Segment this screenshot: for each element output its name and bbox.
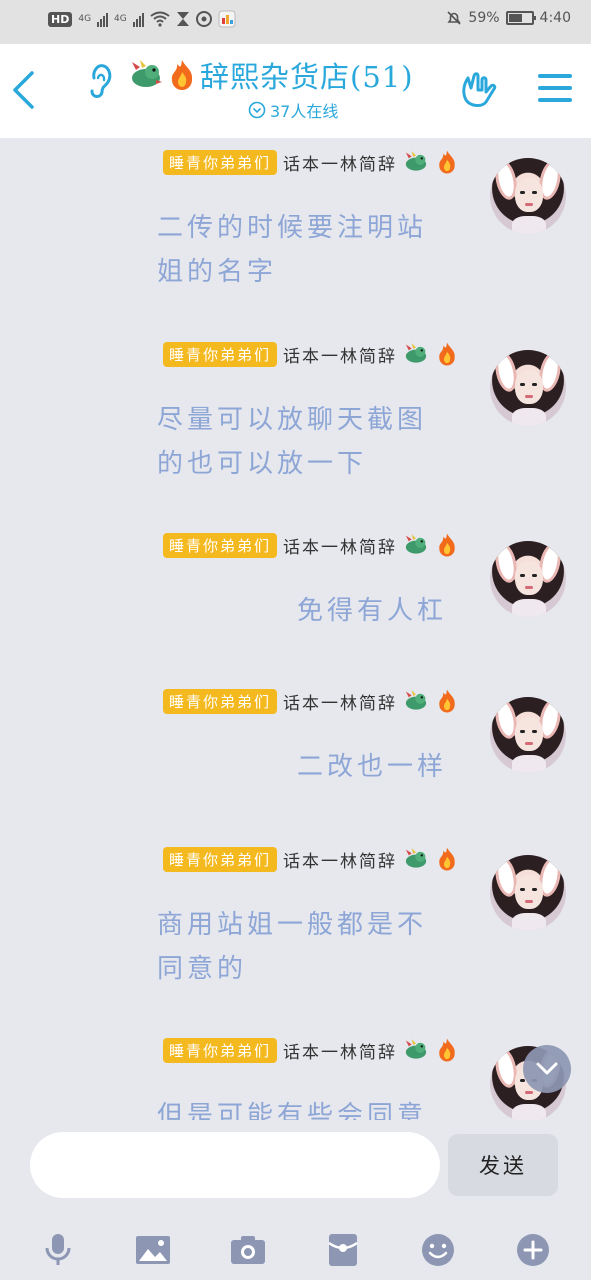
- fire-emoji-icon: [435, 688, 461, 714]
- sender-row: 睡青你弟弟们 话本一林简辞: [162, 340, 461, 368]
- hourglass-icon: [176, 12, 189, 26]
- dragon-emoji-icon: [403, 341, 429, 367]
- bottom-toolbar: [0, 1220, 591, 1280]
- message-text[interactable]: 尽量可以放聊天截图的也可以放一下: [157, 398, 447, 486]
- emoji-icon[interactable]: [418, 1230, 458, 1270]
- sender-row: 睡青你弟弟们 话本一林简辞: [162, 845, 461, 873]
- dragon-emoji-icon: [403, 846, 429, 872]
- member-badge: 睡青你弟弟们: [162, 341, 277, 367]
- sender-row: 睡青你弟弟们 话本一林简辞: [162, 148, 461, 176]
- camera-icon[interactable]: [228, 1230, 268, 1270]
- message-text[interactable]: 免得有人杠: [157, 589, 447, 633]
- sender-row: 睡青你弟弟们 话本一林简辞: [162, 531, 461, 559]
- member-badge: 睡青你弟弟们: [162, 846, 277, 872]
- hd-indicator: HD: [48, 11, 73, 27]
- dragon-emoji-icon: [403, 149, 429, 175]
- input-bar: 发送: [0, 1120, 591, 1220]
- battery-icon: [505, 11, 536, 25]
- member-badge: 睡青你弟弟们: [162, 1037, 277, 1063]
- chat-header: 辞熙杂货店(51) 37人在线: [0, 44, 591, 138]
- member-badge: 睡青你弟弟们: [162, 688, 277, 714]
- dragon-emoji-icon: [403, 688, 429, 714]
- message-text[interactable]: 二改也一样: [157, 745, 447, 789]
- plus-icon[interactable]: [513, 1230, 553, 1270]
- sender-name[interactable]: 话本一林简辞: [283, 689, 397, 714]
- member-badge: 睡青你弟弟们: [162, 149, 277, 175]
- avatar[interactable]: [490, 855, 566, 931]
- fire-emoji-icon: [171, 60, 193, 90]
- sender-name[interactable]: 话本一林简辞: [283, 342, 397, 367]
- rock-hand-icon[interactable]: [458, 70, 498, 110]
- member-badge: 睡青你弟弟们: [162, 532, 277, 558]
- mute-bell-icon: [447, 11, 462, 25]
- chevron-down-icon: [536, 1062, 558, 1075]
- back-arrow-icon[interactable]: [10, 70, 36, 110]
- menu-icon[interactable]: [538, 74, 572, 110]
- avatar[interactable]: [490, 350, 566, 426]
- avatar[interactable]: [490, 541, 566, 617]
- app-root: HD 4G 4G 59% 4:40 辞熙杂货店(51) 37人在线 睡青你弟弟们…: [0, 0, 591, 1280]
- fire-emoji-icon: [435, 532, 461, 558]
- scroll-to-bottom-button[interactable]: [523, 1045, 571, 1093]
- status-right: 59% 4:40: [446, 10, 571, 26]
- fire-emoji-icon: [435, 149, 461, 175]
- fire-emoji-icon: [435, 1037, 461, 1063]
- fire-emoji-icon: [435, 846, 461, 872]
- sender-row: 睡青你弟弟们 话本一林简辞: [162, 1036, 461, 1064]
- title-row[interactable]: 辞熙杂货店(51): [128, 54, 414, 96]
- sender-name[interactable]: 话本一林简辞: [283, 847, 397, 872]
- send-button[interactable]: 发送: [448, 1134, 558, 1196]
- sender-name[interactable]: 话本一林简辞: [283, 1038, 397, 1063]
- dragon-emoji-icon: [132, 60, 162, 87]
- message-text[interactable]: 商用站姐一般都是不同意的: [157, 903, 447, 991]
- battery-percent: 59%: [468, 10, 500, 26]
- online-count[interactable]: 37人在线: [248, 98, 338, 122]
- sim2-label: 4G: [114, 14, 127, 24]
- image-icon[interactable]: [133, 1230, 173, 1270]
- app-notification-icon: [218, 10, 236, 28]
- sim1-label: 4G: [78, 14, 92, 24]
- message-text[interactable]: 但是可能有些会同意: [157, 1094, 447, 1120]
- sender-name[interactable]: 话本一林简辞: [283, 533, 397, 558]
- avatar[interactable]: [490, 697, 566, 773]
- online-label: 37人在线: [270, 102, 339, 121]
- message-input[interactable]: [30, 1132, 440, 1198]
- wifi-icon: [150, 11, 170, 27]
- microphone-icon[interactable]: [38, 1230, 78, 1270]
- message-list[interactable]: 睡青你弟弟们 话本一林简辞 二传的时候要注明站姐的名字 睡青你弟弟们 话本一林简…: [0, 138, 591, 1120]
- message-text[interactable]: 二传的时候要注明站姐的名字: [157, 206, 447, 294]
- sender-name[interactable]: 话本一林简辞: [283, 150, 397, 175]
- sender-row: 睡青你弟弟们 话本一林简辞: [162, 687, 461, 715]
- fire-emoji-icon: [435, 341, 461, 367]
- status-bar: HD 4G 4G 59% 4:40: [0, 0, 591, 44]
- music-app-icon: [195, 11, 212, 27]
- chevron-down-circle-icon: [248, 101, 266, 119]
- dragon-emoji-icon: [403, 1037, 429, 1063]
- clock: 4:40: [539, 10, 571, 26]
- signal-icon: [97, 11, 109, 27]
- red-packet-icon[interactable]: [323, 1230, 363, 1270]
- status-left: HD 4G 4G: [48, 10, 236, 28]
- ear-icon[interactable]: [88, 64, 114, 98]
- page-title: 辞熙杂货店(51): [200, 60, 414, 94]
- signal-icon-2: [132, 11, 144, 27]
- avatar[interactable]: [490, 158, 566, 234]
- dragon-emoji-icon: [403, 532, 429, 558]
